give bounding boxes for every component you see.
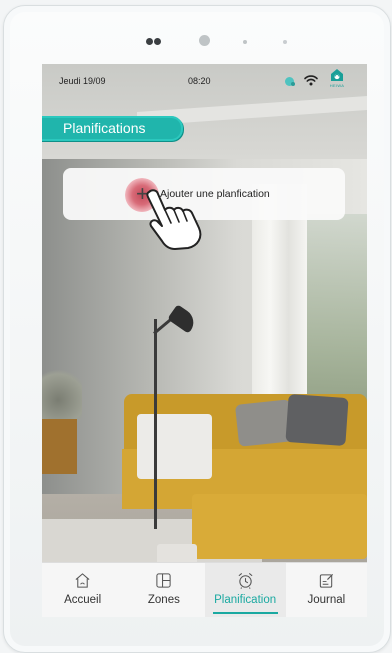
nav-label: Accueil <box>64 594 102 606</box>
home-icon <box>75 573 90 588</box>
connection-status-icon <box>285 77 295 86</box>
journal-icon <box>319 573 333 588</box>
nav-label: Zones <box>147 594 180 606</box>
pointing-hand-icon <box>146 189 202 250</box>
zones-icon <box>156 573 172 588</box>
page-title: Planifications <box>42 116 183 141</box>
logo-text: HEIWA <box>329 83 345 88</box>
light-sensor <box>199 35 210 46</box>
nav-label: Planification <box>214 594 277 606</box>
heiwa-logo-icon <box>331 69 343 81</box>
living-room-background <box>42 64 367 617</box>
proximity-sensor <box>243 40 247 44</box>
bottom-navigation: Accueil Zones Planification Journal <box>42 562 367 617</box>
alarm-clock-icon <box>238 573 253 589</box>
nav-item-journal[interactable]: Journal <box>286 563 367 617</box>
status-bar: Jeudi 19/09 08:20 HEIWA <box>42 64 367 94</box>
indicator-led <box>283 40 287 44</box>
nav-label: Journal <box>307 594 346 606</box>
status-date: Jeudi 19/09 <box>59 76 106 86</box>
nav-item-planification[interactable]: Planification <box>204 563 286 617</box>
nav-item-zones[interactable]: Zones <box>123 563 204 617</box>
active-tab-indicator <box>212 612 278 614</box>
add-schedule-button[interactable]: + Ajouter une planfication <box>63 168 345 250</box>
screen: Jeudi 19/09 08:20 HEIWA Planifications +… <box>42 64 367 617</box>
status-time: 08:20 <box>188 76 211 86</box>
nav-item-accueil[interactable]: Accueil <box>42 563 123 617</box>
camera-sensor <box>154 38 161 45</box>
camera-sensor <box>146 38 153 45</box>
heiwa-logo: HEIWA <box>324 68 350 92</box>
wifi-icon <box>304 75 318 86</box>
